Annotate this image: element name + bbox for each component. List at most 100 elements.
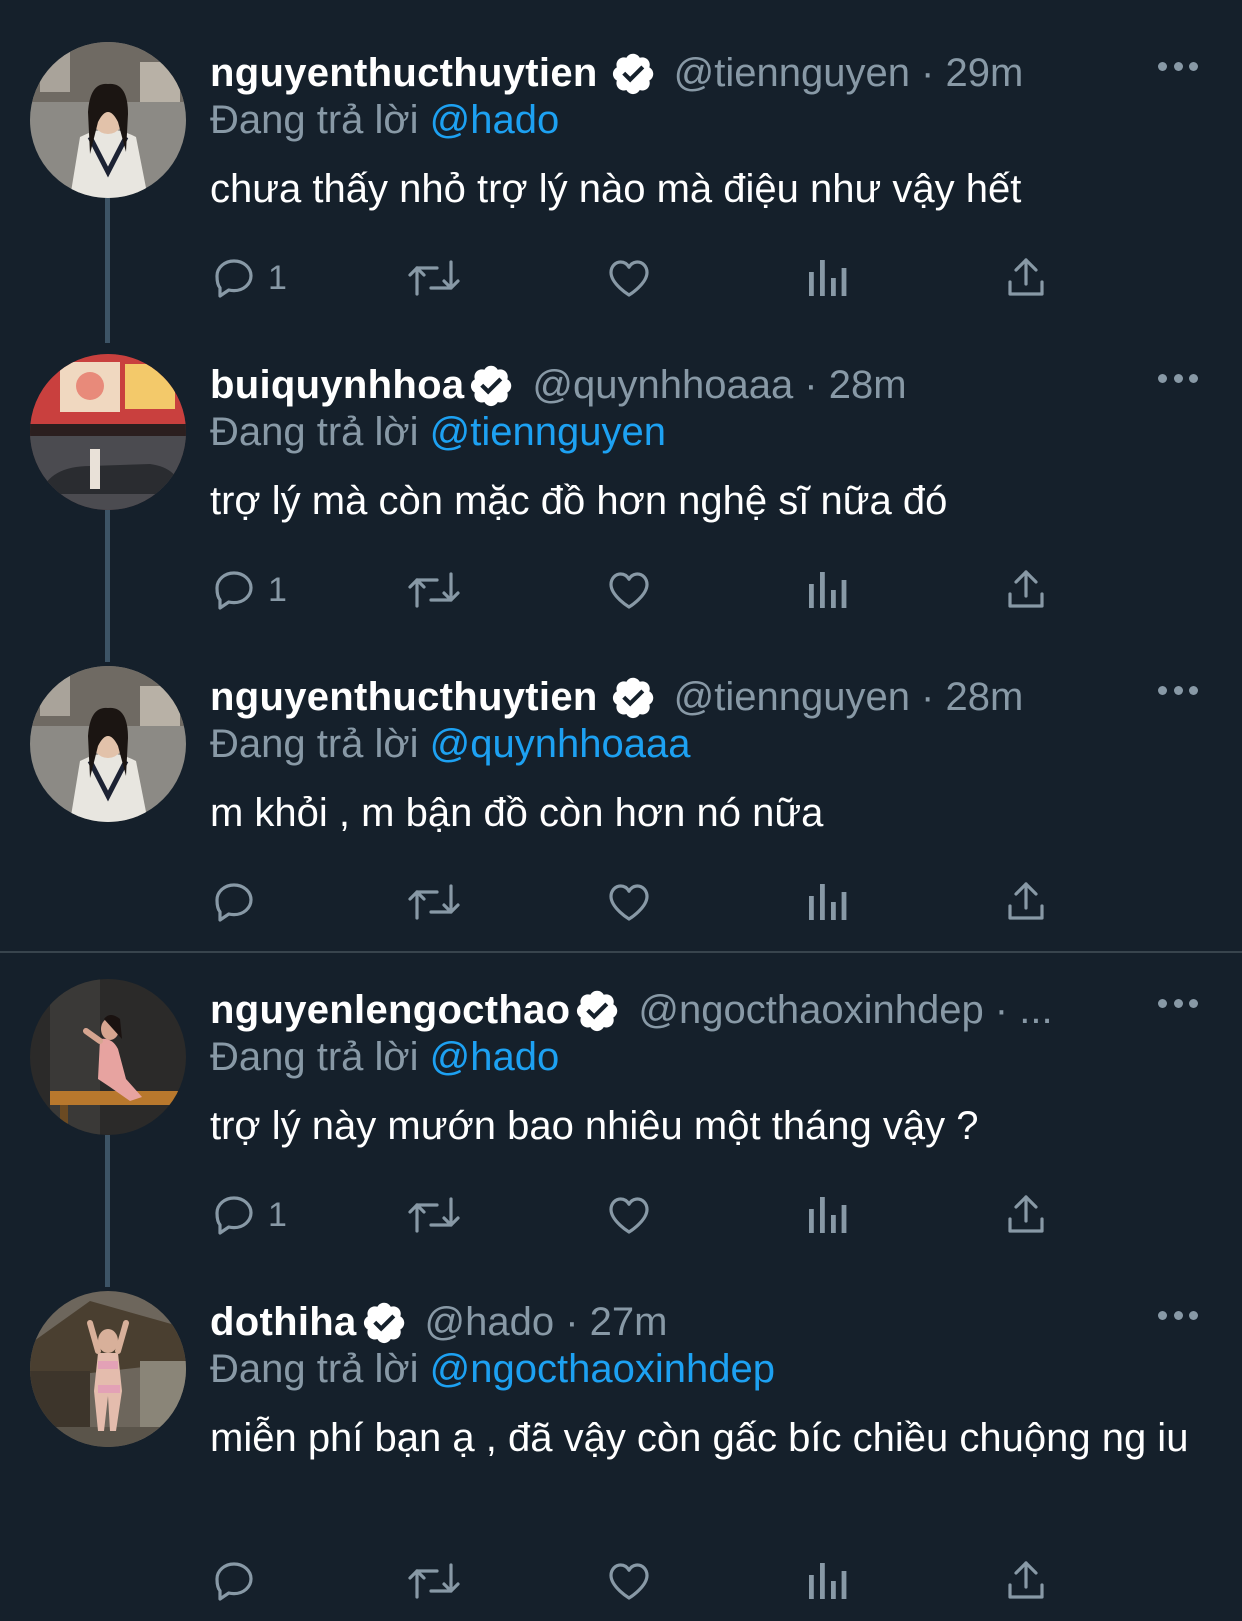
replying-to: Đang trả lời @hado [210,98,559,143]
tweet-actions [210,1551,1090,1611]
like-button[interactable] [605,560,653,620]
reply-button[interactable]: 1 [210,248,287,308]
display-name[interactable]: nguyenthucthuytien [210,51,598,96]
share-button[interactable] [1002,560,1050,620]
avatar[interactable] [30,666,186,822]
replying-to-label: Đang trả lời [210,410,419,454]
reply-button[interactable]: 1 [210,560,287,620]
reply-button[interactable] [210,1551,268,1611]
replying-to-label: Đang trả lời [210,1347,419,1391]
display-name[interactable]: nguyenlengocthao [210,988,570,1033]
avatar[interactable] [30,42,186,198]
analytics-button[interactable] [805,1551,849,1611]
replying-to: Đang trả lời @ngocthaoxinhdep [210,1347,775,1392]
tweet-actions: 1 [210,560,1090,620]
replying-to: Đang trả lời @quynhhoaaa [210,722,691,767]
tweet-text: m khỏi , m bận đồ còn hơn nó nữa [210,791,824,835]
share-icon [1008,258,1044,296]
more-options-icon[interactable] [1158,1305,1198,1325]
handle-and-time: @tiennguyen · 29m [673,50,1024,95]
reply-icon [215,571,253,610]
tweet-header: nguyenlengocthao @ngocthaoxinhdep · ... [210,985,1142,1035]
tweet-text: chưa thấy nhỏ trợ lý nào mà điệu như vậy… [210,167,1022,211]
tweet-text: miễn phí bạn ạ , đã vậy còn gấc bíc chiề… [210,1416,1189,1460]
share-button[interactable] [1002,1185,1050,1245]
heart-icon [609,572,649,609]
display-name[interactable]: nguyenthucthuytien [210,675,598,720]
mention-link[interactable]: @hado [430,1035,560,1079]
share-icon [1008,1195,1044,1233]
heart-icon [609,260,649,297]
handle-and-time: @ngocthaoxinhdep · ... [638,987,1053,1032]
tweet-text: trợ lý này mướn bao nhiêu một tháng vậy … [210,1104,979,1148]
retweet-button[interactable] [405,1551,463,1611]
share-icon [1008,1561,1044,1599]
more-options-icon[interactable] [1158,368,1198,388]
display-name[interactable]: dothiha [210,1300,357,1345]
avatar[interactable] [30,1291,186,1447]
heart-icon [609,884,649,921]
tweet-actions: 1 [210,248,1090,308]
tweet-actions [210,872,1090,932]
avatar[interactable] [30,354,186,510]
tweet-actions: 1 [210,1185,1090,1245]
analytics-button[interactable] [805,248,849,308]
analytics-button[interactable] [805,872,849,932]
replying-to: Đang trả lời @hado [210,1035,559,1080]
retweet-icon [408,572,460,608]
analytics-icon [809,884,847,920]
reply-count: 1 [268,570,287,609]
reply-icon [215,883,253,922]
retweet-button[interactable] [405,872,463,932]
verified-badge-icon [363,1302,404,1344]
avatar[interactable] [30,979,186,1135]
retweet-button[interactable] [405,248,463,308]
analytics-icon [809,1563,847,1599]
thread-line [105,510,110,662]
more-options-icon[interactable] [1158,680,1198,700]
verified-badge-icon [612,677,653,719]
share-button[interactable] [1002,1551,1050,1611]
reply-button[interactable]: 1 [210,1185,287,1245]
share-button[interactable] [1002,872,1050,932]
analytics-button[interactable] [805,1185,849,1245]
replying-to-label: Đang trả lời [210,722,419,766]
replying-to: Đang trả lời @tiennguyen [210,410,666,455]
tweet-header: dothiha @hado · 27m [210,1297,1142,1347]
retweet-button[interactable] [405,1185,463,1245]
mention-link[interactable]: @tiennguyen [430,410,666,454]
analytics-button[interactable] [805,560,849,620]
verified-badge-icon [612,53,653,95]
retweet-button[interactable] [405,560,463,620]
analytics-icon [809,572,847,608]
like-button[interactable] [605,1185,653,1245]
mention-link[interactable]: @quynhhoaaa [430,722,691,766]
more-options-icon[interactable] [1158,993,1198,1013]
thread-line [105,198,110,343]
share-button[interactable] [1002,248,1050,308]
like-button[interactable] [605,872,653,932]
reply-count: 1 [268,1195,287,1234]
reply-count: 1 [268,258,287,297]
reply-icon [215,1562,253,1601]
tweet-header: buiquynhhoa @quynhhoaaa · 28m [210,360,1142,410]
retweet-icon [408,1563,460,1599]
verified-badge-icon [471,365,512,407]
verified-badge-icon [577,990,618,1032]
conversation-divider [0,951,1242,953]
handle-and-time: @hado · 27m [424,1299,668,1344]
like-button[interactable] [605,248,653,308]
like-button[interactable] [605,1551,653,1611]
mention-link[interactable]: @ngocthaoxinhdep [430,1347,775,1391]
reply-button[interactable] [210,872,268,932]
replying-to-label: Đang trả lời [210,98,419,142]
tweet-header: nguyenthucthuytien @tiennguyen · 29m [210,48,1142,98]
reply-icon [215,1196,253,1235]
share-icon [1008,570,1044,608]
reply-icon [215,259,253,298]
more-options-icon[interactable] [1158,56,1198,76]
handle-and-time: @quynhhoaaa · 28m [532,362,907,407]
thread-line [105,1135,110,1287]
display-name[interactable]: buiquynhhoa [210,363,464,408]
mention-link[interactable]: @hado [430,98,560,142]
